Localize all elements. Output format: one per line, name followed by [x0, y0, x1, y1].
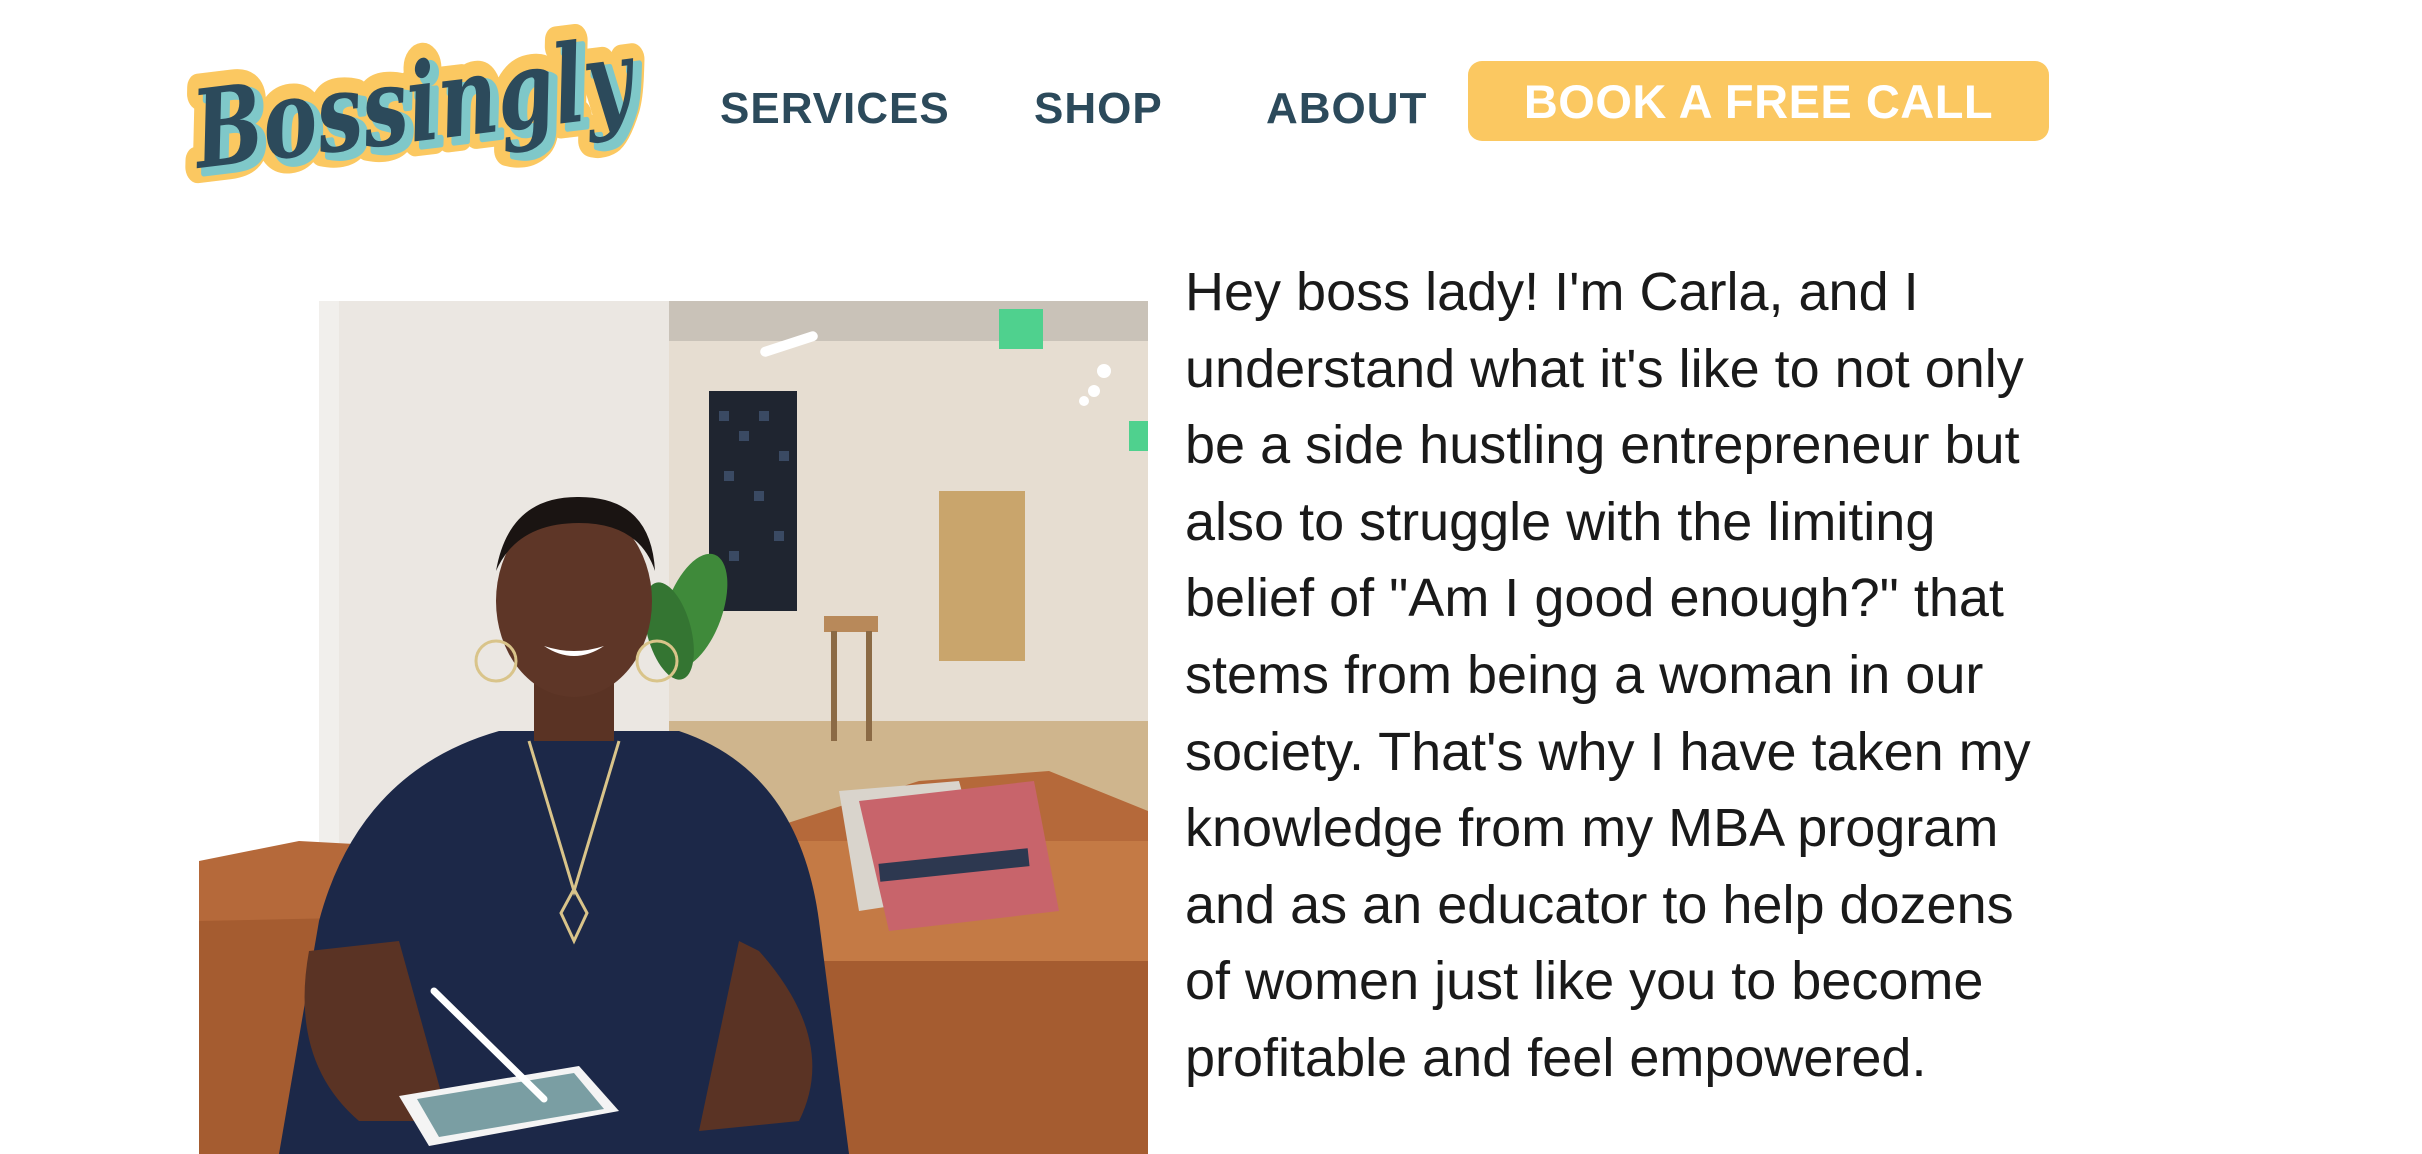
- intro-line: profitable and feel empowered.: [1185, 1027, 1927, 1088]
- intro-line: also to struggle with the limiting: [1185, 491, 1936, 552]
- intro-line: of women just like you to become: [1185, 951, 1984, 1012]
- intro-line: Hey boss lady! I'm Carla, and I: [1185, 262, 1919, 322]
- book-free-call-button[interactable]: BOOK A FREE CALL: [1468, 61, 2049, 141]
- carla-photo: [199, 301, 1148, 1154]
- nav-shop-link[interactable]: SHOP: [1034, 84, 1163, 134]
- intro-line: understand what it's like to not only: [1185, 338, 2024, 399]
- intro-paragraph: Hey boss lady! I'm Carla, and I understa…: [1185, 254, 2385, 1097]
- intro-line: knowledge from my MBA program: [1185, 798, 1999, 859]
- intro-line: be a side hustling entrepreneur but: [1185, 415, 2020, 476]
- intro-line: society. That's why I have taken my: [1185, 721, 2031, 782]
- page: Bossingly Bossingly Bossingly SERVICES S…: [0, 0, 2422, 1154]
- intro-line: and as an educator to help dozens: [1185, 874, 2014, 935]
- nav-services-link[interactable]: SERVICES: [720, 84, 950, 134]
- logo-text: Bossingly: [184, 15, 643, 190]
- intro-line: belief of "Am I good enough?" that: [1185, 568, 2004, 629]
- bossingly-logo: Bossingly Bossingly Bossingly: [176, 10, 658, 190]
- nav-about-link[interactable]: ABOUT: [1266, 84, 1427, 134]
- intro-line: stems from being a woman in our: [1185, 644, 1984, 705]
